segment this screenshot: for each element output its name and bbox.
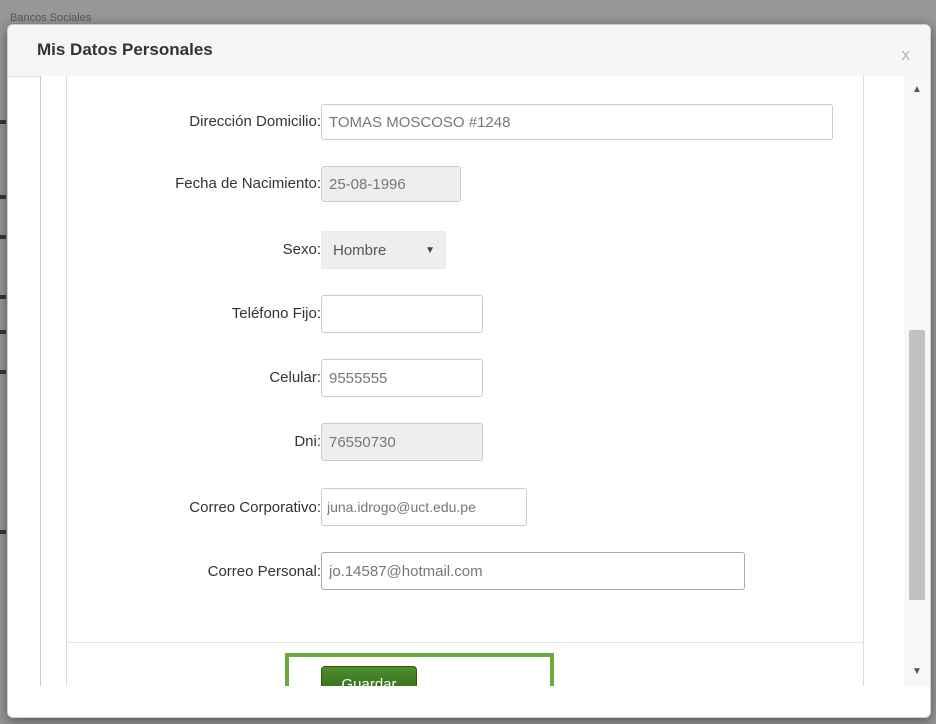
- personal-data-modal: Mis Datos Personales x Dirección Domicil…: [7, 24, 931, 718]
- correo-corporativo-label: Correo Corporativo:: [189, 499, 321, 516]
- form-divider: [67, 642, 863, 643]
- fecha-nacimiento-input: [321, 166, 461, 202]
- triangle-down-icon[interactable]: ▼: [904, 662, 930, 682]
- direccion-label: Dirección Domicilio:: [189, 113, 321, 130]
- dni-input: [321, 423, 483, 461]
- dni-label: Dni:: [294, 433, 321, 450]
- modal-scrollbar[interactable]: ▲ ▼: [904, 76, 930, 686]
- correo-personal-input[interactable]: [321, 552, 745, 590]
- direccion-input[interactable]: [321, 104, 833, 140]
- telefono-fijo-input[interactable]: [321, 295, 483, 333]
- scrollbar-thumb[interactable]: [909, 330, 925, 600]
- correo-corporativo-input[interactable]: [321, 488, 527, 526]
- telefono-fijo-label: Teléfono Fijo:: [231, 305, 321, 322]
- modal-header: Mis Datos Personales x: [8, 25, 930, 77]
- sexo-select[interactable]: Hombre ▼: [321, 231, 446, 269]
- form-panel: Dirección Domicilio: Fecha de Nacimiento…: [66, 76, 864, 686]
- modal-title: Mis Datos Personales: [37, 40, 213, 59]
- close-icon[interactable]: x: [902, 45, 911, 65]
- triangle-up-icon[interactable]: ▲: [904, 80, 930, 100]
- save-button[interactable]: Guardar: [321, 666, 417, 686]
- caret-down-icon: ▼: [425, 245, 435, 256]
- correo-personal-label: Correo Personal:: [207, 563, 321, 580]
- fecha-nacimiento-label: Fecha de Nacimiento:: [175, 175, 321, 192]
- sexo-selected-value: Hombre: [333, 242, 387, 259]
- celular-label: Celular:: [269, 369, 321, 386]
- celular-input[interactable]: [321, 359, 483, 397]
- form-scroll-frame: Dirección Domicilio: Fecha de Nacimiento…: [40, 76, 906, 686]
- sexo-label: Sexo:: [282, 241, 321, 258]
